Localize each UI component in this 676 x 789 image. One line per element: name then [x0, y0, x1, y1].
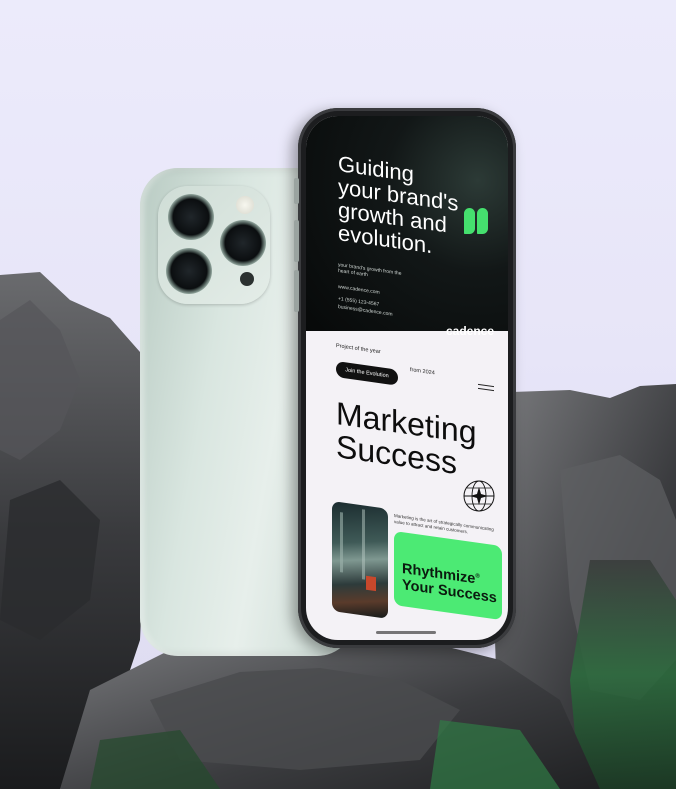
- project-label: Project of the year: [336, 343, 381, 356]
- content-section: Project of the year Join the Evolution f…: [306, 331, 508, 640]
- page-title: Marketing Success: [336, 395, 477, 481]
- flash-icon: [236, 196, 254, 214]
- hero-tagline: your brand's growth from the heart of ea…: [338, 262, 402, 279]
- cadence-logo-icon: [464, 208, 490, 236]
- menu-icon[interactable]: [478, 383, 494, 393]
- action-button: [294, 178, 299, 204]
- globe-icon: [463, 480, 495, 512]
- join-evolution-button[interactable]: Join the Evolution: [336, 361, 398, 386]
- camera-lens-icon: [168, 194, 214, 240]
- hero-headline: Guiding your brand's growth and evolutio…: [338, 151, 459, 259]
- lidar-sensor-icon: [240, 272, 254, 286]
- front-phone: Guiding your brand's growth and evolutio…: [294, 108, 516, 648]
- from-label: from 2024: [410, 367, 435, 377]
- rhythmize-card[interactable]: Rhythmize® Your Success: [394, 531, 502, 621]
- camera-lens-icon: [166, 248, 212, 294]
- office-photo: [332, 501, 388, 619]
- phone-screen: Guiding your brand's growth and evolutio…: [306, 116, 508, 640]
- volume-up-button: [294, 220, 299, 262]
- camera-lens-icon: [220, 220, 266, 266]
- volume-down-button: [294, 270, 299, 312]
- home-indicator: [376, 631, 436, 634]
- mockup-scene: Guiding your brand's growth and evolutio…: [0, 0, 676, 789]
- camera-module: [158, 186, 270, 304]
- hero-section: Guiding your brand's growth and evolutio…: [306, 116, 508, 331]
